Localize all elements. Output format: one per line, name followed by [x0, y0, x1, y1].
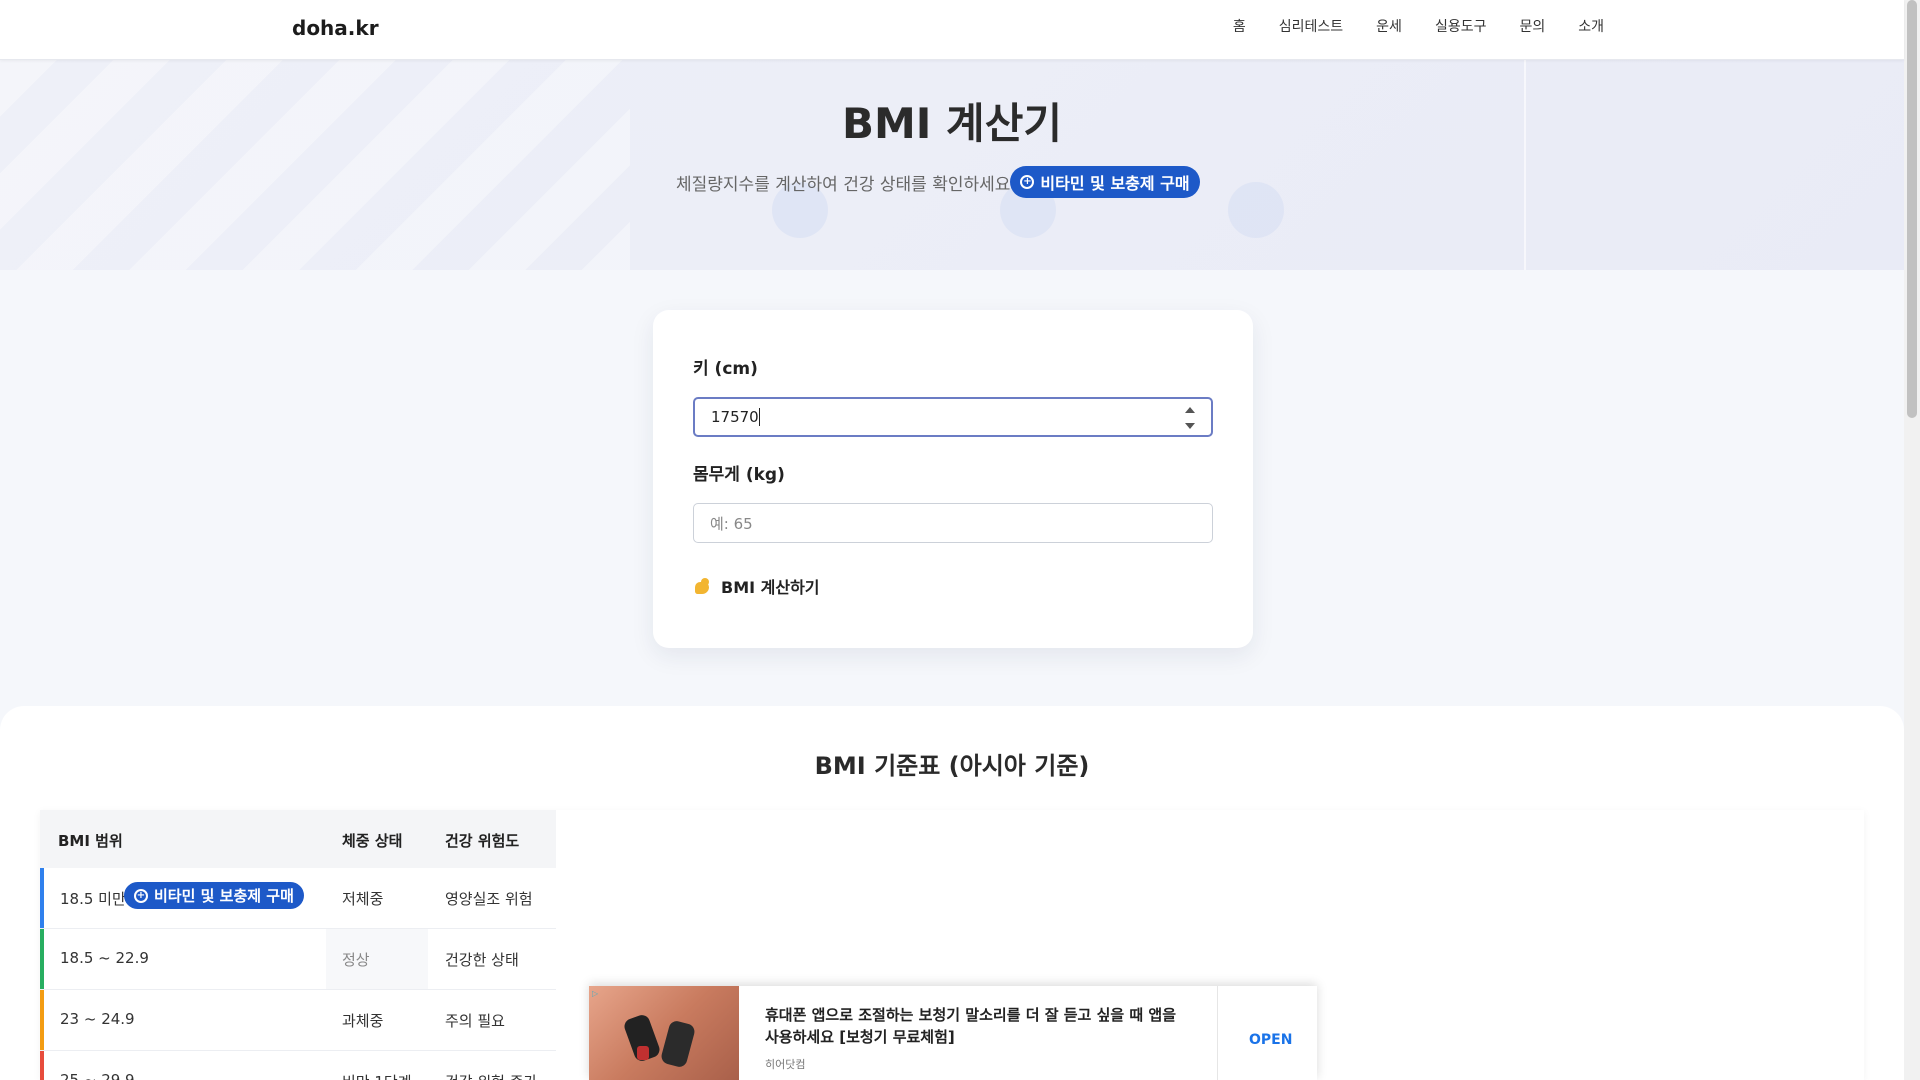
ad-open-button[interactable]: OPEN	[1249, 1032, 1292, 1048]
col-health-risk: 건강 위험도	[445, 832, 520, 850]
cell-risk: 건강한 상태	[445, 951, 519, 969]
promo-label: 비타민 및 보충제 구매	[154, 887, 294, 905]
table-row: 23 ~ 24.9 과체중 주의 필요	[40, 990, 556, 1051]
table-row: 18.5 미만 + 비타민 및 보충제 구매 저체중 영양실조 위험	[40, 868, 556, 929]
range-text: 18.5 미만	[60, 890, 126, 908]
calculate-bmi-button[interactable]: BMI 계산하기	[693, 574, 820, 598]
page-title: BMI 계산기	[842, 99, 1062, 148]
col-bmi-range: BMI 범위	[58, 832, 123, 850]
page-scrollbar[interactable]	[1904, 0, 1920, 1080]
calculate-label: BMI 계산하기	[721, 578, 820, 597]
row-color-bar	[40, 929, 44, 989]
row-color-bar	[40, 990, 44, 1050]
supplement-promo-button[interactable]: + 비타민 및 보충제 구매	[124, 882, 304, 909]
nav-about[interactable]: 소개	[1578, 16, 1604, 36]
plus-circle-icon: +	[1020, 175, 1035, 189]
hero-subtitle-row: 체질량지수를 계산하여 건강 상태를 확인하세요 + 비타민 및 보충제 구매	[676, 166, 1200, 198]
ad-title[interactable]: 휴대폰 앱으로 조절하는 보청기 말소리를 더 잘 듣고 싶을 때 앱을 사용하…	[765, 1004, 1185, 1048]
top-navigation-bar: doha.kr 홈 심리테스트 운세 실용도구 문의 소개	[0, 0, 1904, 60]
cell-status: 과체중	[342, 1012, 384, 1030]
bmi-form-card: 키 (cm) 17570 몸무게 (kg) 예: 65 BMI 계산하기	[653, 310, 1253, 648]
weight-placeholder: 예: 65	[710, 514, 753, 533]
cell-status: 정상	[342, 951, 370, 969]
cell-range: 23 ~ 24.9	[60, 1010, 135, 1028]
cell-status: 저체중	[342, 890, 384, 908]
table-row: 25 ~ 29.9 비만 1단계 건강 위험 증가	[40, 1051, 556, 1080]
site-logo[interactable]: doha.kr	[292, 16, 379, 40]
nav-home[interactable]: 홈	[1233, 16, 1246, 36]
spinner-up-icon[interactable]	[1185, 407, 1195, 413]
height-input[interactable]: 17570	[693, 397, 1213, 437]
cell-range: 18.5 미만	[60, 888, 126, 909]
table-header: BMI 범위 체중 상태 건강 위험도	[40, 810, 556, 868]
promo-label: 비타민 및 보충제 구매	[1040, 174, 1190, 193]
ad-banner[interactable]: ▷ 휴대폰 앱으로 조절하는 보청기 말소리를 더 잘 듣고 싶을 때 앱을 사…	[589, 986, 1317, 1080]
hero-section: BMI 계산기 체질량지수를 계산하여 건강 상태를 확인하세요 + 비타민 및…	[0, 60, 1904, 270]
decor-bubble	[1228, 182, 1284, 238]
row-color-bar	[40, 1051, 44, 1080]
cell-status: 비만 1단계	[342, 1071, 412, 1080]
nav-fortune[interactable]: 운세	[1376, 16, 1402, 36]
nav-psych-test[interactable]: 심리테스트	[1279, 16, 1343, 36]
standard-title: BMI 기준표 (아시아 기준)	[814, 752, 1090, 780]
plus-circle-icon: +	[134, 888, 148, 903]
flexed-biceps-icon	[693, 577, 713, 595]
main-nav: 홈 심리테스트 운세 실용도구 문의 소개	[1233, 16, 1604, 36]
weight-input[interactable]: 예: 65	[693, 503, 1213, 543]
nav-contact[interactable]: 문의	[1519, 16, 1545, 36]
weight-label: 몸무게 (kg)	[693, 465, 785, 485]
ad-image: ▷	[589, 986, 739, 1080]
page-subtitle: 체질량지수를 계산하여 건강 상태를 확인하세요	[676, 174, 1011, 195]
number-spinner[interactable]	[1185, 407, 1195, 429]
height-value: 17570	[711, 408, 759, 426]
spinner-down-icon[interactable]	[1185, 423, 1195, 429]
hearing-aid-image	[659, 1019, 697, 1069]
ad-choices-icon[interactable]: ▷	[592, 989, 602, 999]
ad-divider	[1217, 986, 1218, 1080]
hearing-aid-tip	[637, 1046, 649, 1060]
ad-source: 히어닷컴	[765, 1058, 806, 1071]
text-cursor	[758, 408, 760, 426]
supplement-promo-button[interactable]: + 비타민 및 보충제 구매	[1010, 166, 1200, 198]
cell-risk: 영양실조 위험	[445, 890, 533, 908]
cell-risk: 건강 위험 증가	[445, 1071, 537, 1080]
cell-range: 18.5 ~ 22.9	[60, 949, 149, 967]
scrollbar-thumb[interactable]	[1907, 0, 1917, 418]
cell-range: 25 ~ 29.9	[60, 1071, 135, 1080]
table-row: 18.5 ~ 22.9 정상 건강한 상태	[40, 929, 556, 990]
cell-risk: 주의 필요	[445, 1012, 505, 1030]
row-color-bar	[40, 868, 44, 928]
col-weight-status: 체중 상태	[342, 832, 403, 850]
nav-tools[interactable]: 실용도구	[1435, 16, 1487, 36]
height-label: 키 (cm)	[693, 359, 758, 379]
